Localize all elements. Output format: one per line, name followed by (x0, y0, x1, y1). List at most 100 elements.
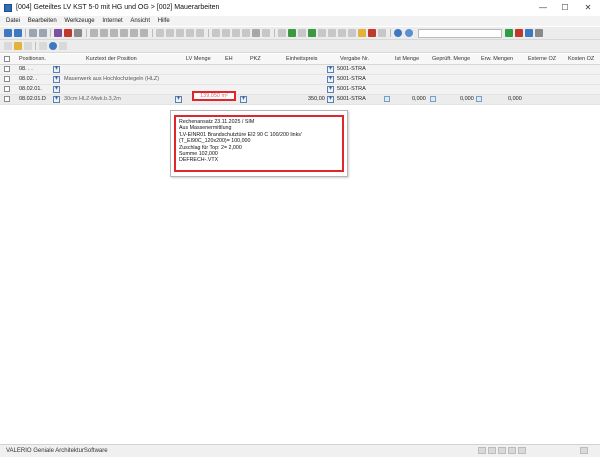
table-icon[interactable] (222, 29, 230, 37)
tools-icon[interactable] (368, 29, 376, 37)
cell-kurztext: 30cm HLZ-Mwk.b.3,2m (64, 96, 121, 102)
info-icon[interactable] (59, 42, 67, 50)
delete-icon[interactable] (64, 29, 72, 37)
row-checkbox[interactable] (4, 76, 10, 82)
report-icon[interactable] (318, 29, 326, 37)
col-kosten[interactable]: Kosten OZ (568, 56, 594, 62)
expand-plus-icon[interactable]: + (53, 66, 60, 73)
columns-icon[interactable] (232, 29, 240, 37)
grid-icon[interactable] (278, 29, 286, 37)
filter-icon[interactable] (110, 29, 118, 37)
resize-grip-icon[interactable] (580, 447, 588, 454)
rows-icon[interactable] (242, 29, 250, 37)
nav-page-icon[interactable] (518, 447, 526, 454)
vergabe-plus-icon[interactable]: + (327, 96, 334, 103)
table-row[interactable]: 08.02.01. + + 5001-STRA (0, 85, 600, 95)
copy-icon[interactable] (39, 29, 47, 37)
erw-edit-icon[interactable] (476, 96, 482, 102)
calc-icon[interactable] (140, 29, 148, 37)
menu-bearbeiten[interactable]: Bearbeiten (28, 16, 57, 26)
col-lvmenge[interactable]: LV Menge (186, 56, 211, 62)
config-icon[interactable] (378, 29, 386, 37)
vergabe-plus-icon[interactable]: + (327, 66, 334, 73)
print-icon[interactable] (29, 29, 37, 37)
paste-icon[interactable] (186, 29, 194, 37)
undo-icon[interactable] (156, 29, 164, 37)
menu-ansicht[interactable]: Ansicht (130, 16, 150, 26)
insert-icon[interactable] (212, 29, 220, 37)
nav-prev-icon[interactable] (488, 447, 496, 454)
minimize-button[interactable]: — (532, 0, 554, 16)
pkz-plus-icon[interactable]: + (240, 96, 247, 103)
col-ep[interactable]: Einheitspreis (286, 56, 318, 62)
window-icon[interactable] (298, 29, 306, 37)
stop-icon[interactable] (515, 29, 523, 37)
new-icon[interactable] (4, 42, 12, 50)
col-eh[interactable]: EH (225, 56, 233, 62)
forward-arrow-icon[interactable] (14, 29, 22, 37)
menu-hilfe[interactable]: Hilfe (158, 16, 170, 26)
col-kurztext[interactable]: Kurztext der Position (86, 56, 137, 62)
options-icon[interactable] (535, 29, 543, 37)
row-checkbox[interactable] (4, 86, 10, 92)
col-posnr[interactable]: Positionsn. (19, 56, 46, 62)
play-icon[interactable] (505, 29, 513, 37)
col-erw[interactable]: Erw. Mengen (481, 56, 513, 62)
nav-next-icon[interactable] (498, 447, 506, 454)
col-vergabe[interactable]: Vergabe Nr. (340, 56, 369, 62)
expand-plus-icon[interactable]: + (53, 96, 60, 103)
block-icon[interactable] (54, 29, 62, 37)
search-input[interactable] (418, 29, 502, 38)
sort-icon[interactable] (100, 29, 108, 37)
remove-icon[interactable] (252, 29, 260, 37)
back-arrow-icon[interactable] (4, 29, 12, 37)
layout-icon[interactable] (348, 29, 356, 37)
lvmenge-highlight[interactable]: 139,050 m² (192, 91, 236, 101)
refresh-icon[interactable] (525, 29, 533, 37)
close-button[interactable]: ✕ (577, 0, 599, 16)
col-gepruef[interactable]: Geprüft. Menge (432, 56, 470, 62)
help-icon[interactable] (49, 42, 57, 50)
istmenge-edit-icon[interactable] (384, 96, 390, 102)
col-extern[interactable]: Externe OZ (528, 56, 556, 62)
edit-icon[interactable] (176, 29, 184, 37)
open-folder-icon[interactable] (14, 42, 22, 50)
format-icon[interactable] (90, 29, 98, 37)
menu-datei[interactable]: Datei (6, 16, 20, 26)
nav-first-icon[interactable] (478, 447, 486, 454)
menu-internet[interactable]: Internet (102, 16, 122, 26)
page-icon[interactable] (39, 42, 47, 50)
cut-icon[interactable] (74, 29, 82, 37)
cloud-sync-icon[interactable] (405, 29, 413, 37)
table-row[interactable]: 08.02.01.D + 30cm HLZ-Mwk.b.3,2m + + 350… (0, 95, 600, 105)
row-checkbox[interactable] (4, 66, 10, 72)
table2-icon[interactable] (338, 29, 346, 37)
chart-icon[interactable] (328, 29, 336, 37)
redo-icon[interactable] (166, 29, 174, 37)
list-icon[interactable] (120, 29, 128, 37)
sum-icon[interactable] (130, 29, 138, 37)
select-all-checkbox[interactable] (4, 56, 10, 62)
cell-vergabe: 5001-STRA (337, 96, 366, 102)
table-row[interactable]: 08. . . + + 5001-STRA (0, 65, 600, 75)
table-row[interactable]: 08.02. . + Mauerwerk aus Hochlochziegeln… (0, 75, 600, 85)
col-pkz[interactable]: PKZ (250, 56, 261, 62)
cloud-icon[interactable] (394, 29, 402, 37)
vergabe-plus-icon[interactable]: + (327, 86, 334, 93)
nav-last-icon[interactable] (508, 447, 516, 454)
menu-werkzeuge[interactable]: Werkzeuge (64, 16, 94, 26)
expand-plus-icon[interactable]: + (53, 76, 60, 83)
add-green-icon[interactable] (288, 29, 296, 37)
expand-plus-icon[interactable]: + (53, 86, 60, 93)
row-checkbox[interactable] (4, 96, 10, 102)
export-icon[interactable] (308, 29, 316, 37)
move-icon[interactable] (196, 29, 204, 37)
col-istmenge[interactable]: Ist Menge (395, 56, 419, 62)
gepruef-edit-icon[interactable] (430, 96, 436, 102)
maximize-button[interactable]: ☐ (554, 0, 576, 16)
doc-icon[interactable] (24, 42, 32, 50)
folder-icon[interactable] (358, 29, 366, 37)
lvmenge-plus-icon[interactable]: + (175, 96, 182, 103)
vergabe-plus-icon[interactable]: + (327, 76, 334, 83)
group-icon[interactable] (262, 29, 270, 37)
